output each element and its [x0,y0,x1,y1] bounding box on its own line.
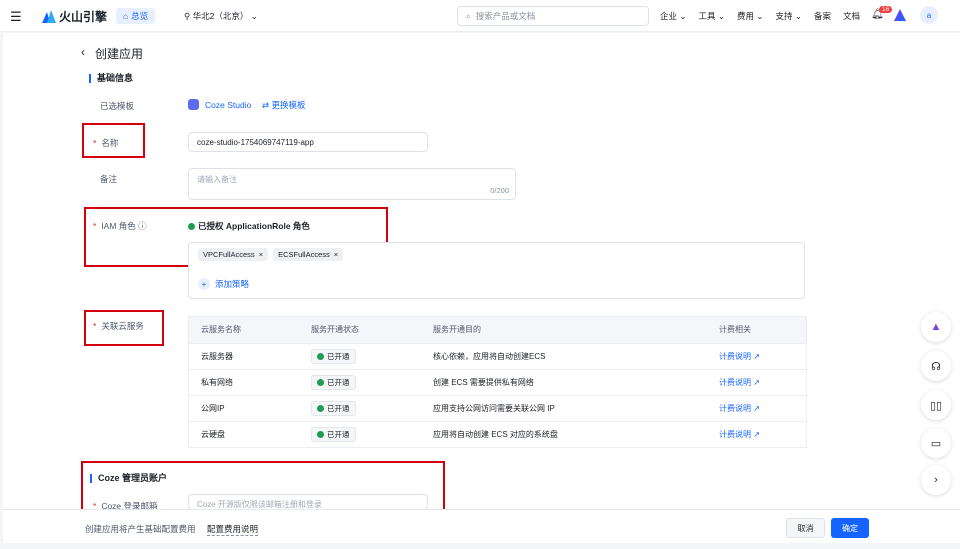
status-badge: 已开通 [311,426,356,442]
avatar[interactable]: a [920,6,938,24]
note-char-count: 0/200 [490,186,509,195]
search-input[interactable]: ⌕ 搜索产品或文档 [457,6,649,26]
nav-billing[interactable]: 费用 ⌄ [737,10,764,22]
home-icon: ⌂ [123,11,129,21]
external-link-icon: ↗ [753,403,760,413]
iam-status: 已授权 ApplicationRole 角色 [198,221,310,231]
expand-fab[interactable]: › [921,465,951,495]
status-badge: 已开通 [311,374,356,390]
feedback-fab[interactable]: ▭ [921,428,951,458]
confirm-button[interactable]: 确定 [831,518,869,538]
footer-note: 创建应用将产生基础配置费用 [85,524,196,534]
billing-link[interactable]: 计费说明 ↗ [707,342,806,369]
page-title: 创建应用 [95,47,144,61]
email-input[interactable]: Coze 开源版仅限该邮箱注册和登录 [188,494,428,510]
table-row: 私有网络 已开通 创建 ECS 需要提供私有网络 计费说明 ↗ [189,368,806,395]
add-policy-button[interactable]: + 添加策略 [198,278,249,290]
help-icon[interactable]: ⓘ [138,221,147,231]
note-placeholder: 请输入备注 [197,175,237,184]
name-label: 名称 [101,138,119,148]
region-selector[interactable]: ⚲ 华北2（北京） ⌄ [184,10,258,22]
close-icon[interactable]: × [259,250,263,259]
swap-icon: ⇄ [262,100,270,110]
back-button[interactable]: ‹ [81,45,85,59]
chevron-down-icon: ⌄ [250,11,258,21]
plus-icon: + [198,278,210,290]
nav-support[interactable]: 支持 ⌄ [776,10,803,22]
billing-link[interactable]: 计费说明 ↗ [707,394,806,421]
top-bar: ☰ 火山引擎 ⌂ 总览 ⚲ 华北2（北京） ⌄ ⌕ 搜索产品或文档 企业 ⌄ 工具 … [0,0,960,32]
note-textarea[interactable]: 请输入备注 0/200 [188,168,516,200]
close-icon[interactable]: × [334,250,338,259]
fee-explanation-link[interactable]: 配置费用说明 [207,523,259,536]
nav-filing[interactable]: 备案 [814,10,831,22]
ai-assistant-fab[interactable]: ▲ [921,312,951,342]
external-link-icon: ↗ [753,377,760,387]
overview-label: 总览 [131,11,149,21]
table-row: 云服务器 已开通 核心依赖，应用将自动创建ECS 计费说明 ↗ [189,342,806,369]
policy-box: VPCFullAccess × ECSFullAccess × + 添加策略 [188,242,805,299]
main-content: ‹ 创建应用 基础信息 已选模板 Coze Studio ⇄ 更换模板 * 名称 … [3,33,960,543]
template-label: 已选模板 [100,101,135,111]
policy-tag: VPCFullAccess × [198,248,269,261]
notification-badge: 16 [879,6,893,13]
coze-studio-icon [188,99,199,110]
chevron-right-icon: › [934,474,938,486]
search-placeholder: 搜索产品或文档 [475,11,536,21]
search-icon: ⌕ [466,10,471,21]
ai-assistant-icon[interactable] [894,9,906,21]
location-icon: ⚲ [184,11,191,21]
billing-link[interactable]: 计费说明 ↗ [707,420,806,447]
logo[interactable]: 火山引擎 [42,8,107,25]
message-icon: ▭ [930,437,942,450]
nav-docs[interactable]: 文档 [843,10,860,22]
external-link-icon: ↗ [753,351,760,361]
add-policy-label: 添加策略 [215,279,250,289]
external-link-icon: ↗ [753,429,760,439]
logo-icon [42,10,56,23]
services-table: 云服务名称 服务开通状态 服务开通目的 计费相关 云服务器 已开通 核心依赖，应用将… [188,316,807,448]
status-badge: 已开通 [311,348,356,364]
footer-bar: 创建应用将产生基础配置费用 配置费用说明 取消 确定 [3,509,960,543]
section-basic-info: 基础信息 [89,74,133,83]
note-label: 备注 [100,174,118,184]
template-name: Coze Studio [205,100,252,110]
services-label: 关联云服务 [101,321,144,331]
check-circle-icon [188,222,195,230]
logo-text: 火山引擎 [59,10,108,24]
nav-enterprise[interactable]: 企业 ⌄ [660,10,687,22]
policy-tag: ECSFullAccess × [273,248,344,261]
book-icon: ▯▯ [929,399,943,412]
name-input[interactable]: coze-studio-1754069747119-app [188,132,428,152]
nav-tools[interactable]: 工具 ⌄ [699,10,726,22]
overview-button[interactable]: ⌂ 总览 [116,8,156,24]
region-label: 华北2（北京） [192,11,249,21]
docs-fab[interactable]: ▯▯ [921,390,951,420]
menu-icon[interactable]: ☰ [10,9,22,25]
cancel-button[interactable]: 取消 [786,518,825,538]
ai-icon: ▲ [930,321,942,333]
billing-link[interactable]: 计费说明 ↗ [707,368,806,395]
headset-icon: ☊ [931,360,941,373]
table-row: 公网IP 已开通 应用支持公网访问需要关联公网 IP 计费说明 ↗ [189,394,806,421]
section-coze-admin: Coze 管理员账户 [90,474,167,483]
support-fab[interactable]: ☊ [921,351,951,381]
table-header: 云服务名称 服务开通状态 服务开通目的 计费相关 [189,317,806,343]
status-badge: 已开通 [311,400,356,416]
change-template-button[interactable]: ⇄ 更换模板 [262,99,306,111]
table-row: 云硬盘 已开通 应用将自动创建 ECS 对应的系统盘 计费说明 ↗ [189,420,806,447]
iam-label: IAM 角色 [101,221,136,231]
change-template-label: 更换模板 [271,100,306,110]
